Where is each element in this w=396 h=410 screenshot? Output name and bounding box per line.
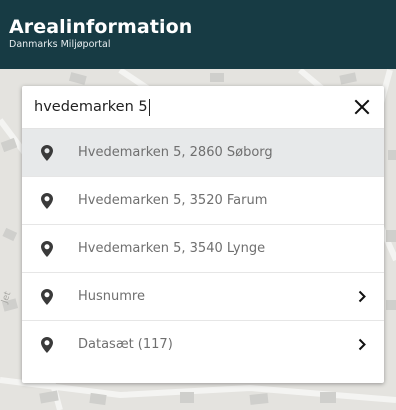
result-group-datasaet[interactable]: Datasæt (117) [22, 321, 384, 369]
search-bar: hvedemarken 5 [22, 86, 384, 129]
result-group-label: Husnumre [78, 289, 145, 304]
result-label: Hvedemarken 5, 2860 Søborg [78, 145, 273, 160]
map-pin-icon [41, 337, 53, 353]
app-header: Arealinformation Danmarks Miljøportal [0, 0, 396, 69]
search-input[interactable]: hvedemarken 5 [22, 86, 332, 128]
result-item[interactable]: Hvedemarken 5, 3520 Farum [22, 177, 384, 225]
map-pin-icon [41, 289, 53, 305]
result-group-husnumre[interactable]: Husnumre [22, 273, 384, 321]
chevron-right-icon [358, 338, 366, 351]
search-panel: hvedemarken 5 Hvedemarken 5, 2860 Søborg… [22, 86, 384, 383]
clear-search-button[interactable] [350, 95, 374, 119]
app-title: Arealinformation [9, 16, 193, 38]
result-group-label: Datasæt (117) [78, 337, 173, 352]
app-subtitle: Danmarks Miljøportal [9, 39, 111, 50]
result-item[interactable]: Hvedemarken 5, 3540 Lynge [22, 225, 384, 273]
result-label: Hvedemarken 5, 3520 Farum [78, 193, 268, 208]
result-label: Hvedemarken 5, 3540 Lynge [78, 241, 266, 256]
map-pin-icon [41, 241, 53, 257]
map-pin-icon [41, 145, 53, 161]
map-pin-icon [41, 193, 53, 209]
result-item[interactable]: Hvedemarken 5, 2860 Søborg [22, 129, 384, 177]
close-icon [354, 99, 370, 115]
text-caret [148, 98, 150, 116]
search-input-value: hvedemarken 5 [34, 99, 148, 115]
chevron-right-icon [358, 290, 366, 303]
